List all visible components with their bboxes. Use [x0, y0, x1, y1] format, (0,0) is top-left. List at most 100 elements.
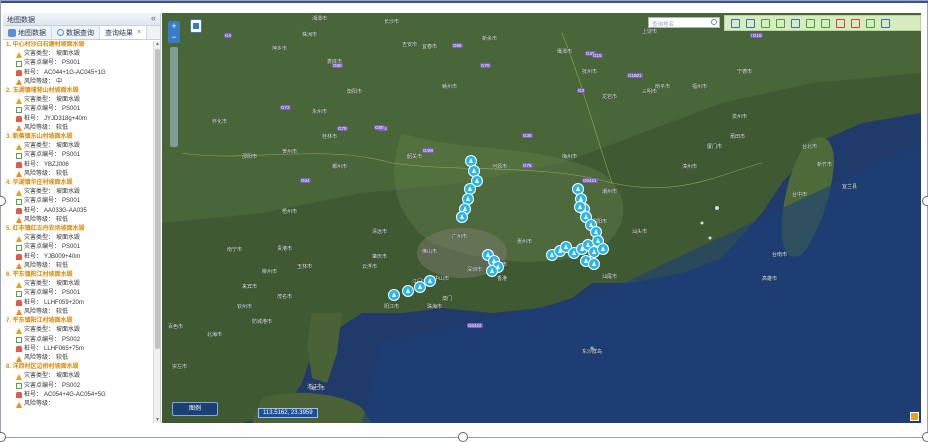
resize-handle-bottom[interactable] — [458, 432, 468, 442]
legend-button[interactable]: 图例 — [172, 402, 218, 416]
field-label: 灾害点编号： — [24, 60, 61, 67]
scroll-up-icon[interactable]: ▲ — [155, 41, 160, 47]
document-icon — [16, 199, 22, 206]
disaster-marker[interactable] — [486, 265, 498, 277]
city-label: 肇庆市 — [372, 254, 388, 260]
field-value: 较低 — [56, 216, 69, 223]
disaster-marker[interactable] — [588, 258, 600, 270]
city-label: 潮州市 — [602, 189, 618, 195]
result-item[interactable]: 3. 新蕉镇东山村坡面水毁 灾害类型： 坡面水毁 灾害点编号： PS001 桩号： YBZJ… — [6, 133, 153, 179]
city-label: 汕尾市 — [602, 274, 618, 280]
document-icon — [16, 383, 22, 390]
city-label: 贺州市 — [282, 149, 298, 155]
field-value: 较低 — [56, 308, 69, 315]
search-icon[interactable] — [711, 19, 717, 25]
highway-shield: G0421 — [582, 178, 598, 183]
result-title[interactable]: 4. 华湖镇华庄村坡面水毁 — [6, 179, 153, 188]
field-value: 较低 — [56, 170, 69, 177]
result-item[interactable]: 5. 红丰镇红五丹农场坡面水毁 灾害类型： 坡面水毁 灾害点编号： PS001 桩号： YJ… — [6, 225, 153, 271]
risk-level-row: 风险等级： 较低 — [6, 216, 153, 225]
pile-no-row: 桩号： YJB009+40m — [6, 253, 153, 262]
city-label: 衡阳市 — [347, 89, 363, 95]
draw-icon[interactable] — [866, 18, 875, 28]
select-icon[interactable] — [761, 18, 770, 28]
city-label: 佛山市 — [422, 249, 438, 255]
search-placeholder: 查询地名 — [652, 22, 675, 28]
result-title[interactable]: 6. 平东镇阳江村坡面水毁 — [6, 271, 153, 280]
zoom-slider[interactable] — [170, 47, 178, 147]
result-title[interactable]: 7. 平东镇阳江村坡面水毁 — [6, 317, 153, 326]
pin-icon — [16, 162, 22, 169]
close-icon[interactable]: × — [137, 29, 141, 36]
pile-no-row: 桩号： AA033G-AA035 — [6, 207, 153, 216]
tab-map-data[interactable]: 地图数据 — [3, 26, 52, 39]
resize-handle-bottom-left[interactable] — [0, 432, 6, 442]
result-item[interactable]: 8. 洋西村区边桥村坡面水毁 灾害类型： 坡面水毁 灾害点编号： PS002 桩号： AC0… — [6, 363, 153, 409]
result-item[interactable]: 7. 平东镇阳江村坡面水毁 灾害类型： 坡面水毁 灾害点编号： PS002 桩号： LLHF… — [6, 317, 153, 363]
measure-line-icon[interactable] — [806, 18, 815, 28]
city-label: 宜春市 — [422, 44, 438, 50]
field-value: JYJD318g+40m — [44, 115, 87, 122]
warning-icon — [16, 143, 22, 150]
field-label: 风险等级： — [24, 216, 55, 223]
result-item[interactable]: 6. 平东镇阳江村坡面水毁 灾害类型： 坡面水毁 灾害点编号： PS001 桩号： LLHF… — [6, 271, 153, 317]
map-view[interactable]: 湘潭市 株洲市 萍乡市 吉安市 赣州市 衡阳市 永州市 郴州市 桂林市 韶关市 河源市 梅州市 龙岩市三… — [162, 13, 921, 423]
fullscreen-icon[interactable] — [910, 412, 919, 421]
risk-level-row: 风险等级： 较低 — [6, 354, 153, 363]
disaster-marker[interactable] — [402, 285, 414, 297]
pile-no-row: 桩号： JYJD318g+40m — [6, 115, 153, 124]
risk-icon — [16, 401, 22, 408]
risk-level-row: 风险等级： 较低 — [6, 308, 153, 317]
field-value: LLHF065+75m — [44, 345, 84, 352]
field-value: AC044+1G-AC045+1G — [44, 69, 106, 76]
measure-area-icon[interactable] — [821, 18, 830, 28]
collapse-panel-icon[interactable]: « — [151, 13, 156, 23]
erase-icon[interactable] — [851, 18, 860, 28]
resize-handle-bottom-right[interactable] — [922, 432, 928, 442]
place-search-input[interactable]: 查询地名 — [648, 17, 720, 28]
result-item[interactable]: 2. 玉湖镇埔背山村坡面水毁 灾害类型： 坡面水毁 灾害点编号： PS001 桩号： JYJ… — [6, 87, 153, 133]
zoom-in-button[interactable]: + — [168, 21, 180, 32]
result-title[interactable]: 3. 新蕉镇东山村坡面水毁 — [6, 133, 153, 142]
full-extent-icon[interactable] — [731, 18, 740, 28]
scroll-thumb[interactable] — [155, 49, 160, 349]
city-label: 上饶市 — [642, 29, 658, 35]
city-label: 台中市 — [792, 192, 808, 198]
disaster-type-row: 灾害类型： 坡面水毁 — [6, 234, 153, 243]
scroll-down-icon[interactable]: ▼ — [155, 417, 160, 423]
result-item[interactable]: 4. 华湖镇华庄村坡面水毁 灾害类型： 坡面水毁 灾害点编号： PS001 桩号： AA03… — [6, 179, 153, 225]
result-item[interactable]: 1. 中心村沙白石塘村坡面水毁 灾害类型： 坡面水毁 灾害点编号： PS001 桩号： AC… — [6, 41, 153, 87]
city-label: 中山市 — [434, 276, 450, 282]
highway-shield: G15 — [592, 53, 603, 58]
disaster-type-row: 灾害类型： 坡面水毁 — [6, 280, 153, 289]
result-title[interactable]: 1. 中心村沙白石塘村坡面水毁 — [6, 41, 153, 50]
refresh-icon[interactable] — [746, 18, 755, 28]
result-title[interactable]: 8. 洋西村区边桥村坡面水毁 — [6, 363, 153, 372]
tab-label: 数据查询 — [66, 29, 94, 37]
result-title[interactable]: 2. 玉湖镇埔背山村坡面水毁 — [6, 87, 153, 96]
disaster-marker[interactable] — [388, 289, 400, 301]
field-label: 灾害点编号： — [24, 198, 61, 205]
city-label: 海口市 — [310, 386, 326, 392]
disaster-no-row: 灾害点编号： PS001 — [6, 151, 153, 160]
resize-handle-right[interactable] — [922, 196, 928, 206]
tab-data-query[interactable]: 数据查询 — [52, 26, 100, 39]
city-label: 永州市 — [312, 109, 328, 115]
disaster-marker[interactable] — [574, 201, 586, 213]
result-title[interactable]: 5. 红丰镇红五丹农场坡面水毁 — [6, 225, 153, 234]
results-scrollbar[interactable]: ▲ ▼ — [153, 41, 160, 423]
layer-switch-icon[interactable] — [190, 19, 202, 33]
zoom-out-button[interactable]: − — [168, 32, 180, 43]
city-label: 郴州市 — [332, 164, 348, 170]
save-icon[interactable] — [881, 18, 890, 28]
disaster-marker[interactable] — [456, 211, 468, 223]
tab-query-results[interactable]: 查询结果 × — [100, 26, 148, 39]
field-value: PS001 — [62, 152, 81, 159]
clear-icon[interactable] — [776, 18, 785, 28]
city-label: 阳江市 — [384, 304, 400, 310]
disaster-marker[interactable] — [424, 275, 436, 287]
chart-icon[interactable] — [836, 18, 845, 28]
field-value: 坡面水毁 — [56, 51, 81, 58]
disaster-marker[interactable] — [597, 243, 609, 255]
print-icon[interactable] — [791, 18, 800, 28]
